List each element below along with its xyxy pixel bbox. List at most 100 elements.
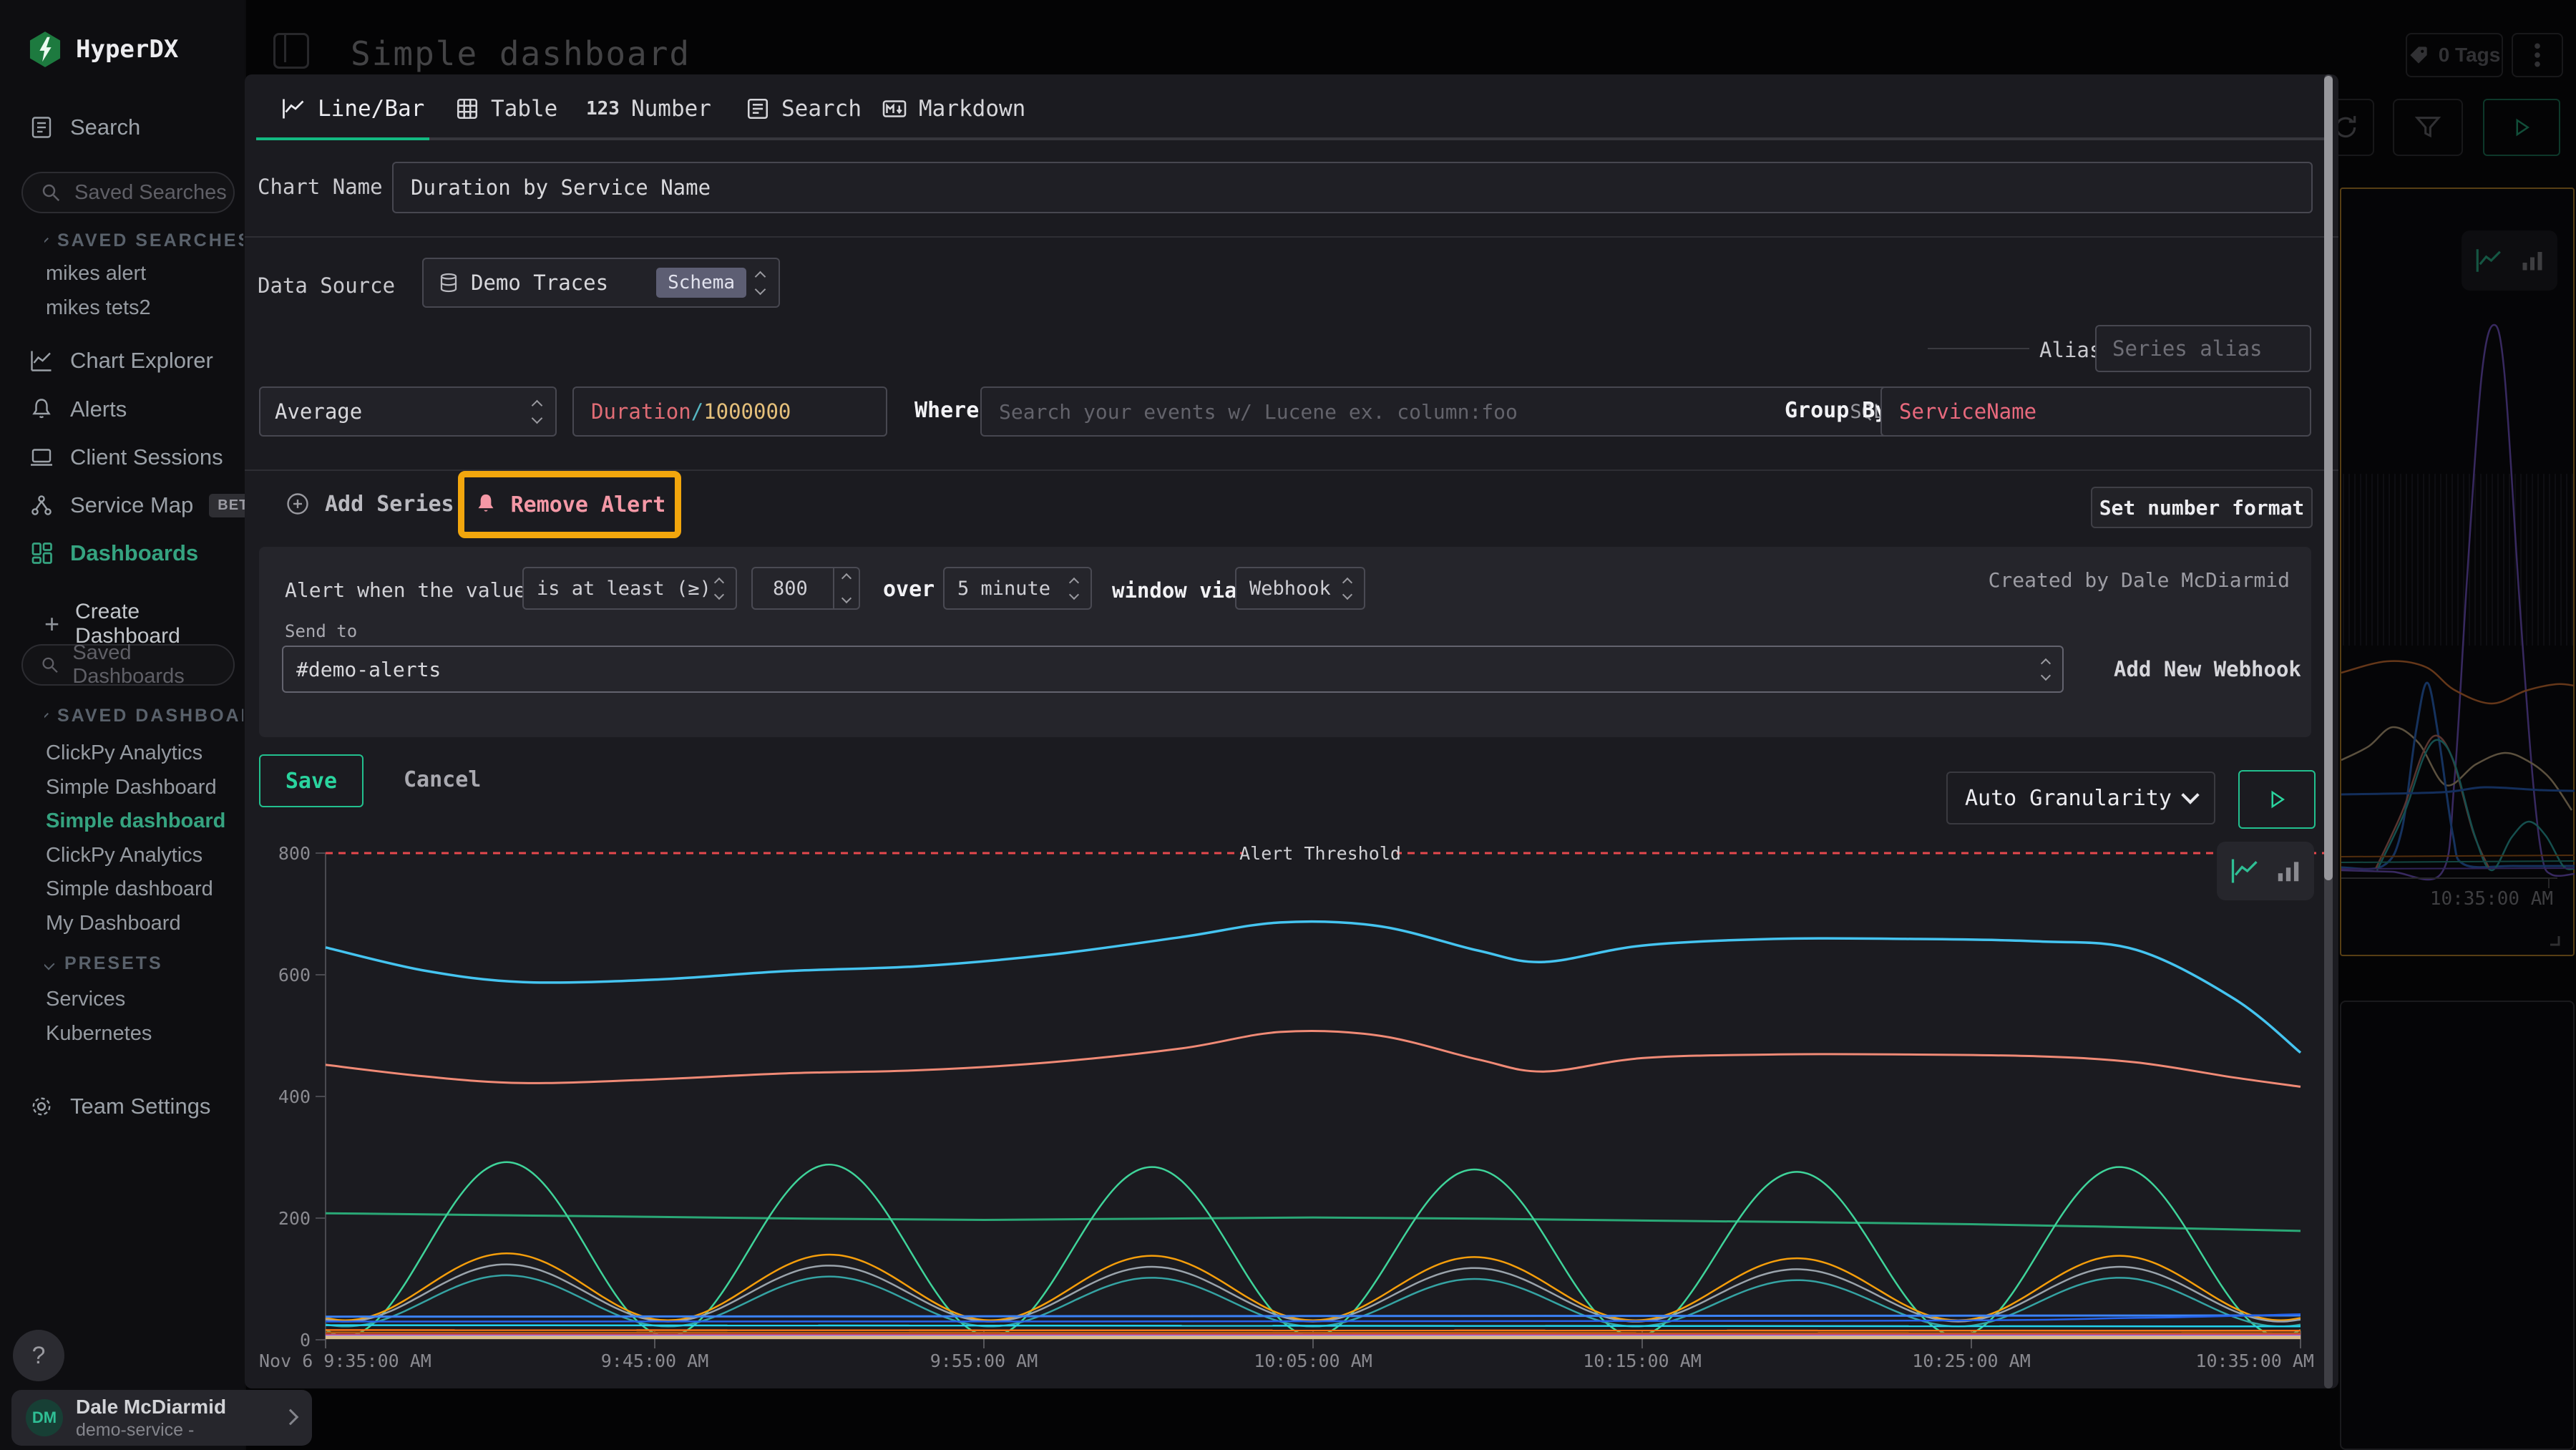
saved-dashboards-header[interactable]: SAVED DASHBOARDS — [44, 706, 243, 726]
hyperdx-logo-icon — [29, 31, 62, 67]
laptop-icon — [29, 444, 54, 470]
help-button[interactable]: ? — [13, 1330, 64, 1381]
svg-text:10:05:00 AM: 10:05:00 AM — [1254, 1351, 1372, 1371]
number-stepper[interactable] — [833, 568, 859, 608]
svg-text:200: 200 — [278, 1208, 311, 1229]
dashboard-item-5[interactable]: My Dashboard — [46, 912, 181, 935]
send-to-select[interactable]: #demo-alerts — [282, 646, 2064, 693]
dashboard-item-3[interactable]: ClickPy Analytics — [46, 844, 203, 867]
alert-config-panel: Alert when the value is at least (≥) 800… — [259, 547, 2311, 737]
gear-icon — [29, 1094, 54, 1119]
alert-threshold-input[interactable]: 800 — [751, 567, 860, 610]
chart-name-label: Chart Name — [258, 175, 383, 199]
alias-label: Alias — [2039, 338, 2102, 362]
alert-condition-select[interactable]: is at least (≥) — [522, 567, 737, 610]
cancel-button[interactable]: Cancel — [404, 767, 481, 792]
dashboard-item-0[interactable]: ClickPy Analytics — [46, 741, 203, 765]
plus-icon: + — [44, 609, 59, 639]
preset-item-0[interactable]: Services — [46, 988, 125, 1011]
svg-text:800: 800 — [278, 843, 311, 864]
add-series-button[interactable]: Add Series — [285, 491, 454, 517]
sidebar-item-client-sessions[interactable]: Client Sessions — [29, 444, 223, 470]
sidebar-item-service-map[interactable]: Service Map BETA — [29, 492, 267, 518]
markdown-icon — [882, 96, 907, 122]
where-placeholder: Search your events w/ Lucene ex. column:… — [999, 400, 1518, 424]
tab-table[interactable]: Table — [455, 96, 557, 122]
select-chevrons-icon — [716, 579, 723, 598]
sidebar-item-chart-explorer[interactable]: Chart Explorer — [29, 348, 213, 374]
tab-markdown[interactable]: Markdown — [882, 96, 1025, 122]
alert-window-select[interactable]: 5 minute — [943, 567, 1092, 610]
data-source-select[interactable]: Demo Traces Schema — [422, 258, 780, 308]
bell-icon — [474, 492, 498, 517]
tab-line-bar[interactable]: Line/Bar — [280, 96, 424, 122]
remove-alert-button[interactable]: Remove Alert — [474, 492, 666, 517]
svg-text:400: 400 — [278, 1086, 311, 1107]
field-expression-input[interactable]: Duration/1000000 — [572, 386, 887, 437]
preview-chart: 0200400600800Nov 6 9:35:00 AM9:45:00 AM9… — [245, 823, 2324, 1388]
saved-dashboards-placeholder: Saved Dashboards — [72, 641, 233, 688]
tab-search[interactable]: Search — [746, 96, 862, 122]
scrollbar-thumb[interactable] — [2324, 76, 2333, 880]
sidebar-item-dashboards[interactable]: Dashboards — [29, 540, 198, 566]
created-by-text: Created by Dale McDiarmid — [1989, 568, 2290, 592]
saved-searches-header[interactable]: SAVED SEARCHES — [44, 230, 243, 251]
sidebar-item-team-settings[interactable]: Team Settings — [29, 1094, 210, 1119]
svg-text:10:35:00 AM: 10:35:00 AM — [2195, 1351, 2314, 1371]
alias-connector-line — [1928, 348, 2029, 349]
saved-dashboards-input[interactable]: Saved Dashboards — [21, 644, 235, 686]
user-menu[interactable]: DM Dale McDiarmid demo-service - — [11, 1390, 312, 1446]
over-label: over — [883, 577, 935, 602]
run-chart-button[interactable] — [2238, 770, 2316, 829]
tab-number[interactable]: 123 Number — [586, 96, 711, 122]
svg-text:10:15:00 AM: 10:15:00 AM — [1583, 1351, 1702, 1371]
sidebar-item-search[interactable]: Search — [29, 115, 140, 140]
chevron-down-icon — [44, 713, 49, 720]
select-chevrons-icon — [2042, 660, 2049, 679]
play-icon — [2266, 789, 2288, 810]
dashboard-item-2[interactable]: Simple dashboard — [46, 809, 225, 833]
saved-search-item-0[interactable]: mikes alert — [46, 262, 146, 286]
dashboard-item-4[interactable]: Simple dashboard — [46, 877, 213, 901]
chevron-down-icon — [44, 958, 54, 970]
svg-text:9:55:00 AM: 9:55:00 AM — [930, 1351, 1038, 1371]
select-chevrons-icon — [1344, 579, 1351, 598]
document-icon — [29, 115, 54, 140]
dashboard-grid-icon — [29, 540, 54, 566]
123-icon: 123 — [586, 98, 620, 120]
app-logo-text: HyperDX — [76, 35, 178, 64]
set-number-format-button[interactable]: Set number format — [2091, 487, 2313, 528]
aggregation-select[interactable]: Average — [259, 386, 557, 437]
chart-type-toggle[interactable] — [2217, 842, 2314, 900]
sidebar-item-alerts[interactable]: Alerts — [29, 396, 127, 422]
saved-search-item-1[interactable]: mikes tets2 — [46, 296, 151, 320]
dashboard-item-1[interactable]: Simple Dashboard — [46, 776, 217, 799]
user-name: Dale McDiarmid — [76, 1396, 226, 1419]
svg-text:Alert Threshold: Alert Threshold — [1239, 843, 1401, 864]
window-via-label: window via — [1112, 578, 1237, 603]
alert-channel-select[interactable]: Webhook — [1235, 567, 1365, 610]
search-icon — [40, 654, 59, 676]
presets-header[interactable]: PRESETS — [44, 953, 163, 974]
sidebar: HyperDX Search Saved Searches SAVED SEAR… — [0, 0, 246, 1450]
avatar: DM — [26, 1399, 63, 1436]
chevron-down-icon — [44, 238, 49, 245]
save-button[interactable]: Save — [259, 754, 364, 807]
app-logo: HyperDX — [29, 31, 178, 67]
add-new-webhook-button[interactable]: Add New Webhook — [2114, 657, 2301, 681]
search-icon — [40, 182, 62, 203]
granularity-select[interactable]: Auto Granularity — [1946, 772, 2215, 824]
saved-searches-input[interactable]: Saved Searches — [21, 172, 235, 213]
chart-name-input[interactable]: Duration by Service Name — [392, 162, 2313, 213]
group-by-input[interactable]: ServiceName — [1880, 386, 2311, 437]
select-chevrons-icon — [756, 273, 764, 293]
saved-searches-placeholder: Saved Searches — [74, 181, 227, 205]
preset-item-1[interactable]: Kubernetes — [46, 1022, 152, 1046]
chevron-right-icon — [283, 1409, 299, 1426]
data-source-label: Data Source — [258, 273, 395, 298]
bell-icon — [29, 396, 54, 422]
alias-input[interactable]: Series alias — [2095, 325, 2311, 372]
sidebar-item-label: Search — [70, 115, 140, 140]
highlight-annotation: Remove Alert — [458, 471, 681, 538]
list-icon — [746, 97, 770, 121]
